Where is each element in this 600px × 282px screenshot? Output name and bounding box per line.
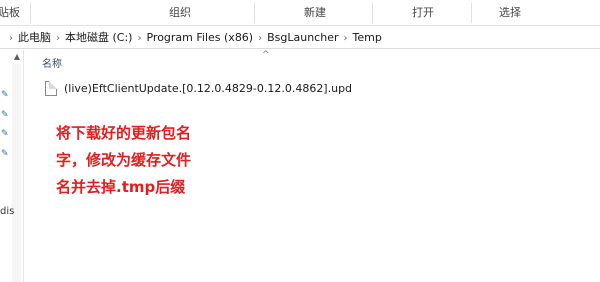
ribbon-group-labels: 贴板 组织 新建 打开 选择 <box>0 0 600 26</box>
file-name[interactable]: (live)EftClientUpdate.[0.12.0.4829-0.12.… <box>64 82 352 95</box>
ribbon-group-select: 选择 <box>499 6 521 19</box>
annotation-line: 名并去掉.tmp后缀 <box>56 178 186 196</box>
breadcrumb-this-pc[interactable]: 此电脑 <box>18 31 51 44</box>
scroll-up-icon[interactable]: ▲ <box>12 52 22 62</box>
address-bar[interactable]: › 此电脑 › 本地磁盘 (C:) › Program Files (x86) › BsgLa… <box>0 27 600 49</box>
nav-scrollbar[interactable] <box>12 64 21 282</box>
file-icon <box>45 80 57 96</box>
chevron-right-icon[interactable]: › <box>51 33 65 44</box>
column-header-name[interactable]: 名称 <box>42 55 62 70</box>
breadcrumb-temp[interactable]: Temp <box>353 31 382 44</box>
ribbon-group-open: 打开 <box>412 6 434 19</box>
chevron-right-icon[interactable]: › <box>132 33 146 44</box>
annotation-line: 将下载好的更新包名 <box>56 124 192 142</box>
breadcrumb-bsglauncher[interactable]: BsgLauncher <box>267 31 338 44</box>
ribbon-group-organize: 组织 <box>169 6 191 19</box>
sort-caret-icon: ^ <box>262 50 270 60</box>
chevron-right-icon[interactable]: › <box>4 33 18 44</box>
ribbon-group-new: 新建 <box>304 6 326 19</box>
file-list-item[interactable]: (live)EftClientUpdate.[0.12.0.4829-0.12.… <box>40 78 460 98</box>
breadcrumb: › 此电脑 › 本地磁盘 (C:) › Program Files (x86) › BsgLa… <box>4 27 382 49</box>
pin-icon: ✎ <box>1 110 9 120</box>
pin-icon: ✎ <box>1 149 9 159</box>
breadcrumb-program-files[interactable]: Program Files (x86) <box>146 31 253 44</box>
annotation-line: 字，修改为缓存文件 <box>56 151 192 169</box>
breadcrumb-local-disk[interactable]: 本地磁盘 (C:) <box>65 31 132 44</box>
chevron-right-icon[interactable]: › <box>339 33 353 44</box>
pin-icon: ✎ <box>1 129 9 139</box>
annotation-note: 将下载好的更新包名 字，修改为缓存文件 名并去掉.tmp后缀 <box>56 120 236 201</box>
ribbon-group-clipboard: 贴板 <box>0 6 20 19</box>
file-explorer-window: 贴板 组织 新建 打开 选择 › 此电脑 › 本地磁盘 (C:) › Program Fi… <box>0 0 600 282</box>
column-header: 名称 <box>30 50 600 74</box>
nav-item-partial[interactable]: dis <box>0 206 14 217</box>
pin-icon: ✎ <box>1 90 9 100</box>
chevron-right-icon[interactable]: › <box>253 33 267 44</box>
